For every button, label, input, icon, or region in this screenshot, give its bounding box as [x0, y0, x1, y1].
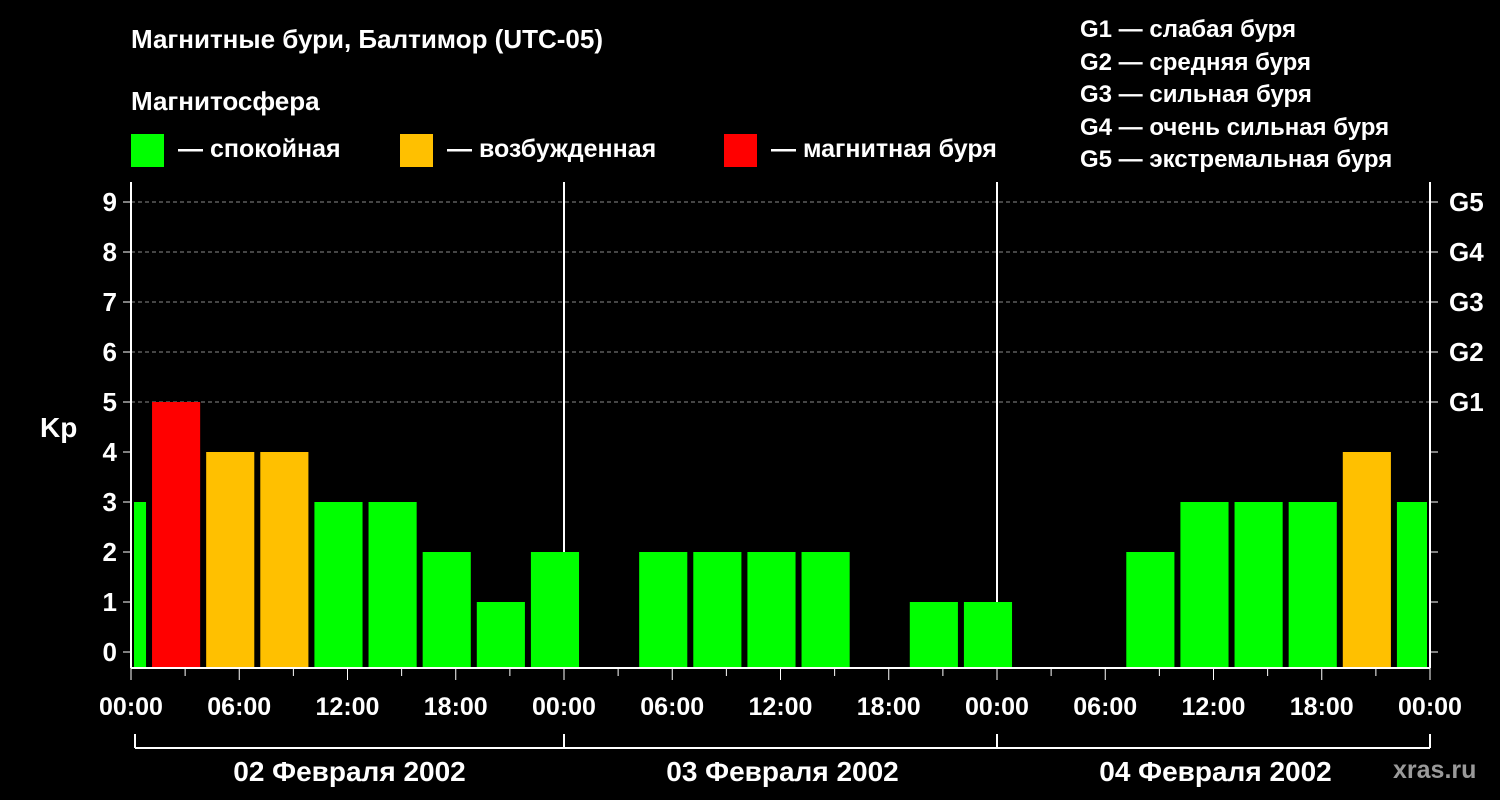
kp-bar — [1342, 452, 1391, 668]
x-tick-label: 00:00 — [965, 693, 1029, 721]
day-label: 02 Февраля 2002 — [233, 756, 465, 787]
kp-bar — [1126, 552, 1175, 668]
y-tick-label: 8 — [103, 237, 117, 267]
x-tick-label: 06:00 — [640, 693, 704, 721]
kp-bar — [206, 452, 255, 668]
y-tick-label: 0 — [103, 637, 117, 667]
kp-bar — [1180, 502, 1229, 668]
kp-bar — [639, 552, 688, 668]
x-tick-label: 12:00 — [749, 693, 813, 721]
kp-bar — [909, 602, 958, 668]
y-tick-label: 9 — [103, 187, 117, 217]
kp-chart: 0 1 2 3 4 5 6 7 8 9 G1 G2 G3 G4 G5 00:00 06:00 12:00 18:00… — [99, 182, 1484, 787]
x-tick-label: 18:00 — [1290, 693, 1354, 721]
day-label: 03 Февраля 2002 — [666, 756, 898, 787]
kp-bar — [1288, 502, 1337, 668]
kp-bar — [368, 502, 417, 668]
x-tick-label: 06:00 — [1073, 693, 1137, 721]
x-tick-label: 12:00 — [1182, 693, 1246, 721]
x-tick-label: 06:00 — [207, 693, 271, 721]
y-tick-label: 5 — [103, 387, 117, 417]
kp-bar — [314, 502, 363, 668]
kp-bar — [801, 552, 850, 668]
g-scale-label: G4 — [1449, 237, 1484, 267]
kp-bar — [963, 602, 1013, 668]
y-tick-label: 7 — [103, 287, 117, 317]
day-label: 04 Февраля 2002 — [1099, 756, 1331, 787]
y-tick-label: 1 — [103, 587, 117, 617]
x-tick-label: 00:00 — [1398, 693, 1462, 721]
g-scale-label: G5 — [1449, 187, 1484, 217]
x-tick-label: 18:00 — [424, 693, 488, 721]
x-tick-label: 18:00 — [857, 693, 921, 721]
y-tick-label: 2 — [103, 537, 117, 567]
kp-bar — [747, 552, 796, 668]
x-tick-label: 00:00 — [532, 693, 596, 721]
kp-bar — [134, 502, 147, 668]
kp-bar — [1396, 502, 1427, 668]
kp-bar — [152, 402, 201, 668]
kp-bar — [422, 552, 471, 668]
kp-bar — [693, 552, 742, 668]
y-tick-label: 3 — [103, 487, 117, 517]
g-scale-label: G2 — [1449, 337, 1484, 367]
g-scale-label: G3 — [1449, 287, 1484, 317]
kp-bar — [260, 452, 309, 668]
g-scale-label: G1 — [1449, 387, 1484, 417]
y-tick-label: 4 — [103, 437, 118, 467]
x-tick-label: 12:00 — [316, 693, 380, 721]
y-tick-label: 6 — [103, 337, 117, 367]
kp-bar — [1234, 502, 1283, 668]
kp-bar — [476, 602, 525, 668]
kp-bars — [134, 402, 1427, 668]
kp-bar — [530, 552, 580, 668]
x-tick-label: 00:00 — [99, 693, 163, 721]
